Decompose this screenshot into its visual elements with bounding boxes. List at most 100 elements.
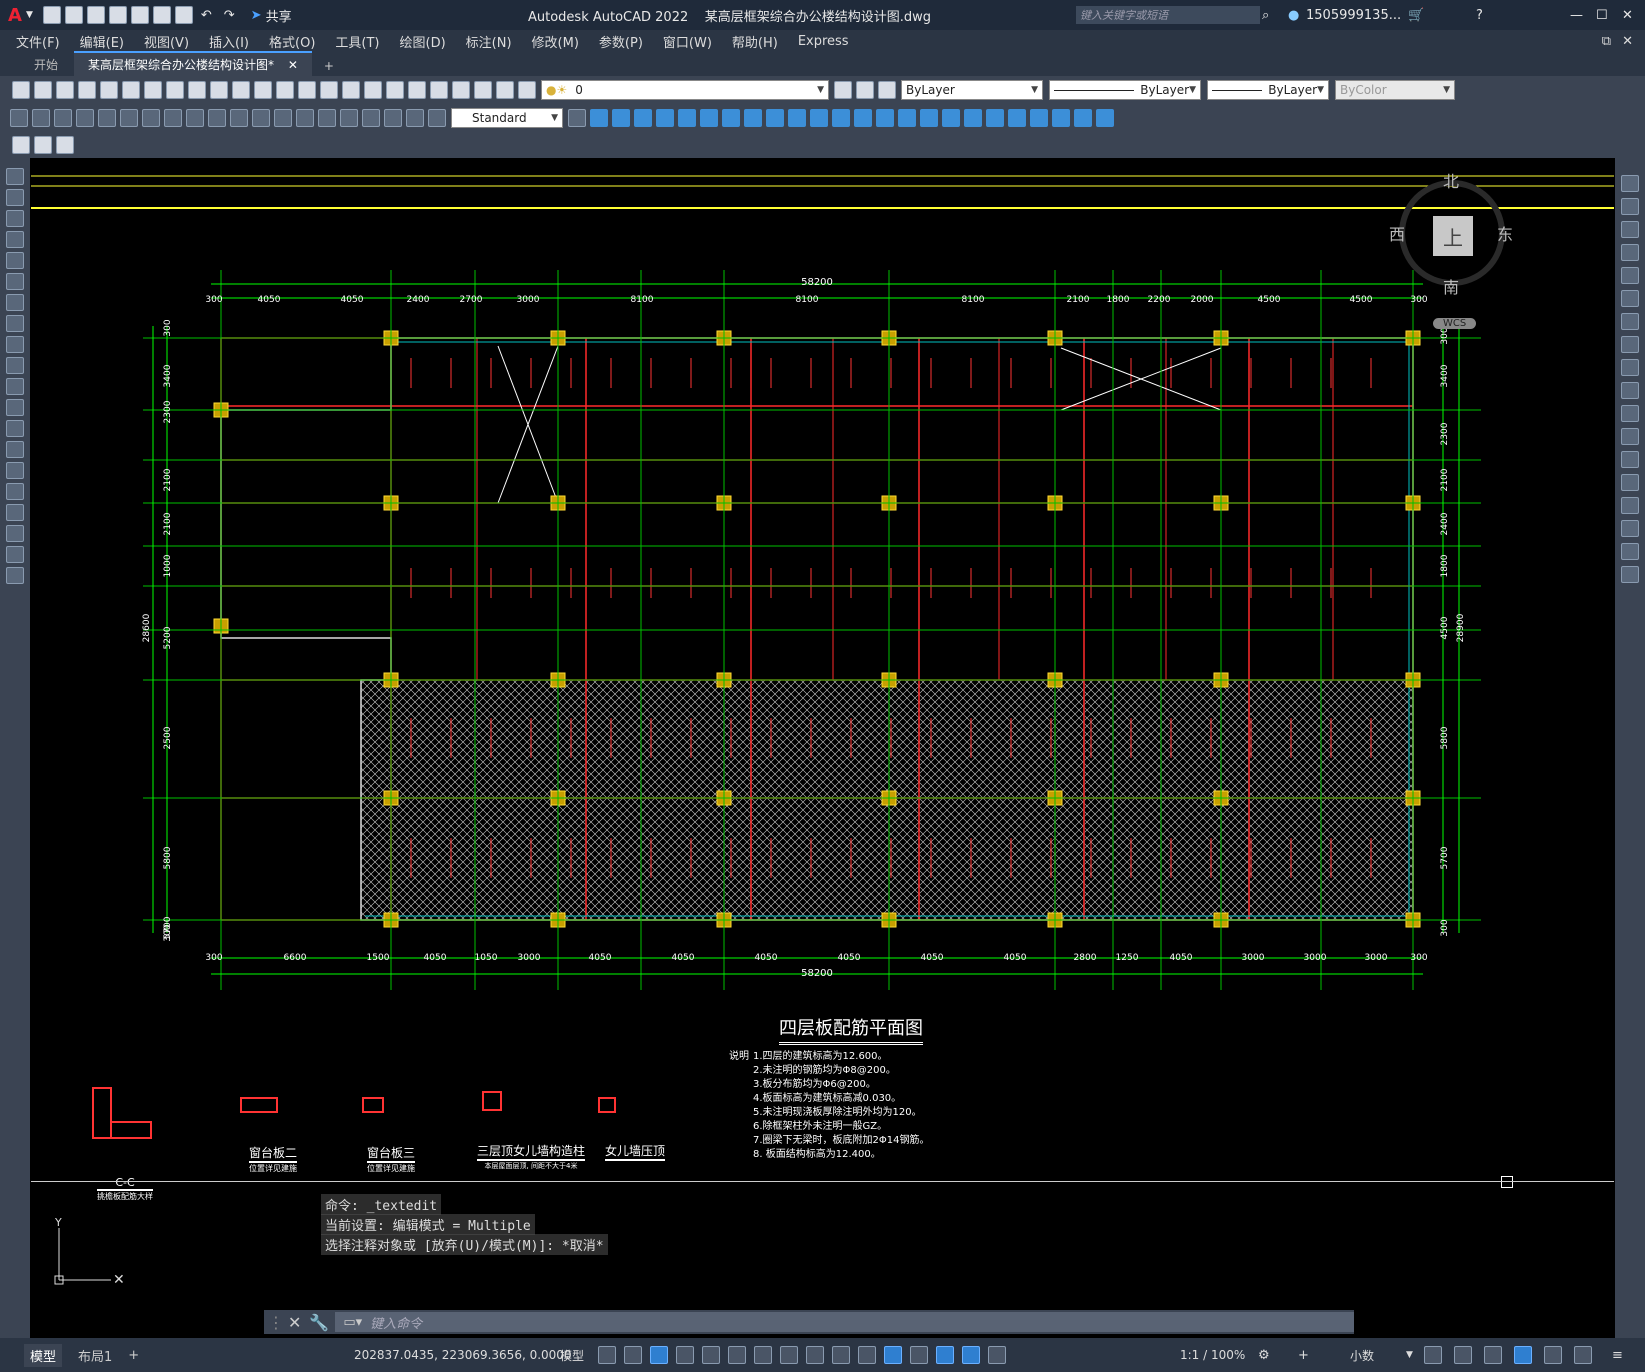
add-selected-icon[interactable] xyxy=(6,567,24,584)
block-icon[interactable] xyxy=(986,109,1004,127)
chevron-down-icon[interactable]: ▼ xyxy=(1406,1350,1413,1360)
explode-icon[interactable] xyxy=(898,109,916,127)
inspect-icon[interactable] xyxy=(340,109,358,127)
zoom-window-icon[interactable] xyxy=(320,81,338,99)
sheet-set-icon[interactable] xyxy=(430,81,448,99)
redo-icon[interactable]: ↷ xyxy=(224,8,235,23)
close-icon[interactable]: ✕ xyxy=(1622,8,1633,23)
insert-block-icon[interactable] xyxy=(6,399,24,416)
customize-icon[interactable]: 🔧 xyxy=(309,1313,329,1332)
chevron-down-icon[interactable]: ▼ xyxy=(26,10,33,20)
mirror-icon[interactable] xyxy=(1621,221,1639,238)
angular-icon[interactable] xyxy=(164,109,182,127)
copy-icon[interactable] xyxy=(1621,198,1639,215)
web-open-icon[interactable] xyxy=(130,6,149,24)
offset-icon[interactable] xyxy=(634,109,652,127)
compass-east[interactable]: 东 xyxy=(1497,221,1513,245)
isolate-objects-icon[interactable] xyxy=(1484,1346,1502,1364)
polygon-icon[interactable] xyxy=(6,231,24,248)
plot-icon[interactable] xyxy=(78,81,96,99)
viewcube[interactable]: 上 xyxy=(1399,180,1505,286)
xref-icon[interactable] xyxy=(1074,109,1092,127)
construction-line-icon[interactable] xyxy=(6,189,24,206)
chamfer-icon[interactable] xyxy=(1621,497,1639,514)
blend-icon[interactable] xyxy=(1621,543,1639,560)
dim-break-icon[interactable] xyxy=(274,109,292,127)
gear-icon[interactable]: ⚙ xyxy=(1258,1348,1270,1363)
trim-icon[interactable] xyxy=(1621,382,1639,399)
jogged-linear-icon[interactable] xyxy=(362,109,380,127)
linetype-dropdown[interactable]: ByLayer ▼ xyxy=(1049,80,1201,100)
3d-osnap-icon[interactable] xyxy=(858,1346,876,1364)
transparency-icon[interactable] xyxy=(806,1346,824,1364)
point-icon[interactable] xyxy=(6,441,24,458)
array-icon[interactable] xyxy=(656,109,674,127)
cart-icon[interactable]: 🛒 xyxy=(1408,8,1424,23)
share-icon[interactable]: ➤ xyxy=(251,8,262,23)
isodraft-icon[interactable] xyxy=(702,1346,720,1364)
continue-icon[interactable] xyxy=(230,109,248,127)
object-snap-tracking-icon[interactable] xyxy=(728,1346,746,1364)
rotate-icon[interactable] xyxy=(700,109,718,127)
center-mark-icon[interactable] xyxy=(318,109,336,127)
layer-merge-icon[interactable] xyxy=(56,136,74,154)
web-save-icon[interactable] xyxy=(152,6,171,24)
close-doc-icon[interactable]: ✕ xyxy=(1622,34,1633,49)
wcs-label[interactable]: WCS xyxy=(1433,318,1477,329)
plot-icon[interactable] xyxy=(174,6,193,24)
viewcube-top-face[interactable]: 上 xyxy=(1433,216,1473,256)
ellipse-icon[interactable] xyxy=(6,357,24,374)
circle-icon[interactable] xyxy=(6,294,24,311)
extend-icon[interactable] xyxy=(1621,405,1639,422)
aligned-dimension-icon[interactable] xyxy=(32,109,50,127)
revision-cloud-icon[interactable] xyxy=(6,315,24,332)
edit-block-icon[interactable] xyxy=(1052,109,1070,127)
design-center-icon[interactable] xyxy=(386,81,404,99)
region-icon[interactable] xyxy=(6,504,24,521)
line-icon[interactable] xyxy=(6,168,24,185)
share-button[interactable]: 共享 xyxy=(266,6,292,25)
new-icon[interactable] xyxy=(42,6,61,24)
join-icon[interactable] xyxy=(1621,474,1639,491)
copy-icon[interactable] xyxy=(166,81,184,99)
color-dropdown[interactable]: ByLayer ▼ xyxy=(901,80,1043,100)
maximize-icon[interactable]: ☐ xyxy=(1596,8,1608,23)
menu-help[interactable]: 帮助(H) xyxy=(732,32,778,51)
markup-icon[interactable] xyxy=(452,81,470,99)
mtext-icon[interactable] xyxy=(6,546,24,563)
ellipse-arc-icon[interactable] xyxy=(6,378,24,395)
diameter-icon[interactable] xyxy=(142,109,160,127)
selection-cycling-icon[interactable] xyxy=(832,1346,850,1364)
menu-window[interactable]: 窗口(W) xyxy=(663,32,712,51)
attribute-icon[interactable] xyxy=(1030,109,1048,127)
draworder-icon[interactable] xyxy=(920,109,938,127)
chamfer-icon[interactable] xyxy=(854,109,872,127)
fullscreen-icon[interactable] xyxy=(1574,1346,1592,1364)
layer-state-icon[interactable] xyxy=(878,81,896,99)
scale-icon[interactable] xyxy=(1621,336,1639,353)
layout-tab-model[interactable]: 模型 xyxy=(24,1343,63,1367)
tab-start[interactable]: 开始 xyxy=(20,53,72,76)
coordinates-readout[interactable]: 202837.0435, 223069.3656, 0.0000 xyxy=(354,1348,572,1362)
selection-filter-icon[interactable] xyxy=(910,1346,928,1364)
quick-properties-icon[interactable] xyxy=(1424,1346,1442,1364)
tool-palettes-icon[interactable] xyxy=(408,81,426,99)
stretch-icon[interactable] xyxy=(744,109,762,127)
open-icon[interactable] xyxy=(64,6,83,24)
new-icon[interactable] xyxy=(12,81,30,99)
help-icon[interactable] xyxy=(496,81,514,99)
object-snap-icon[interactable] xyxy=(754,1346,772,1364)
undo-icon[interactable] xyxy=(232,81,250,99)
menu-dimension[interactable]: 标注(N) xyxy=(466,32,512,51)
open-icon[interactable] xyxy=(34,81,52,99)
linear-dimension-icon[interactable] xyxy=(10,109,28,127)
rotate-icon[interactable] xyxy=(1621,313,1639,330)
gradient-icon[interactable] xyxy=(6,483,24,500)
drawing-canvas[interactable]: 58200 300 4050 4050 2400 2700 3000 8100 8100 8100… xyxy=(31,158,1614,1338)
save-icon[interactable] xyxy=(86,6,105,24)
scale-icon[interactable] xyxy=(722,109,740,127)
dim-edit-icon[interactable] xyxy=(384,109,402,127)
tolerance-icon[interactable] xyxy=(296,109,314,127)
lineweight-icon[interactable] xyxy=(780,1346,798,1364)
move-icon[interactable] xyxy=(1621,290,1639,307)
